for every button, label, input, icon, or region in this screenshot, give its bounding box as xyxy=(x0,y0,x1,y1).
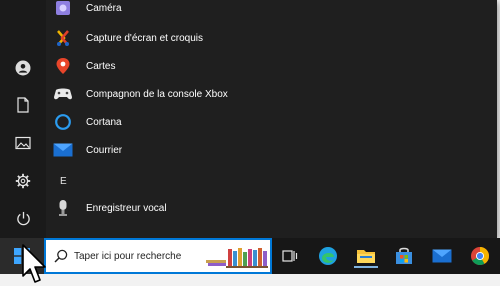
pictures-icon[interactable] xyxy=(12,132,34,154)
microphone-icon xyxy=(52,197,74,219)
active-app-indicator xyxy=(354,266,378,268)
store-icon[interactable] xyxy=(392,244,416,268)
start-menu: Caméra Capture d'écran et croquis Cartes… xyxy=(0,0,500,238)
app-item-xbox-companion[interactable]: Compagnon de la console Xbox xyxy=(52,80,492,108)
mail-icon[interactable] xyxy=(430,244,454,268)
mail-envelope-icon xyxy=(52,139,74,161)
app-item-camera[interactable]: Caméra xyxy=(52,0,492,22)
app-item-snip-sketch[interactable]: Capture d'écran et croquis xyxy=(52,24,492,52)
section-letter-e[interactable]: E xyxy=(60,176,67,187)
settings-gear-icon[interactable] xyxy=(12,170,34,192)
app-list: Caméra Capture d'écran et croquis Cartes… xyxy=(46,0,496,238)
search-highlight-books-icon xyxy=(206,248,268,268)
edge-icon[interactable] xyxy=(316,244,340,268)
start-menu-rail xyxy=(0,0,46,238)
file-explorer-icon[interactable] xyxy=(354,244,378,268)
search-box[interactable] xyxy=(44,238,272,274)
mouse-pointer-icon xyxy=(22,244,46,283)
app-label: Caméra xyxy=(86,2,122,14)
camera-icon xyxy=(52,0,74,19)
task-view-icon[interactable] xyxy=(278,244,302,268)
snip-sketch-icon xyxy=(52,27,74,49)
app-label: Enregistreur vocal xyxy=(86,202,167,214)
app-item-mail[interactable]: Courrier xyxy=(52,136,492,164)
app-label: Cortana xyxy=(86,116,122,128)
search-input[interactable] xyxy=(74,250,204,262)
desktop-bottom-strip xyxy=(0,274,500,286)
document-icon[interactable] xyxy=(12,94,34,116)
chrome-icon[interactable] xyxy=(468,244,492,268)
search-icon xyxy=(54,249,68,263)
app-label: Courrier xyxy=(86,144,123,156)
power-icon[interactable] xyxy=(12,207,34,229)
app-label: Compagnon de la console Xbox xyxy=(86,88,228,100)
app-item-maps[interactable]: Cartes xyxy=(52,52,492,80)
app-item-cortana[interactable]: Cortana xyxy=(52,108,492,136)
app-label: Cartes xyxy=(86,60,116,72)
xbox-controller-icon xyxy=(52,83,74,105)
user-icon[interactable] xyxy=(12,57,34,79)
app-item-voice-recorder[interactable]: Enregistreur vocal xyxy=(52,194,492,222)
taskbar xyxy=(0,238,500,274)
maps-pin-icon xyxy=(52,55,74,77)
app-label: Capture d'écran et croquis xyxy=(86,32,203,44)
cortana-ring-icon xyxy=(52,111,74,133)
